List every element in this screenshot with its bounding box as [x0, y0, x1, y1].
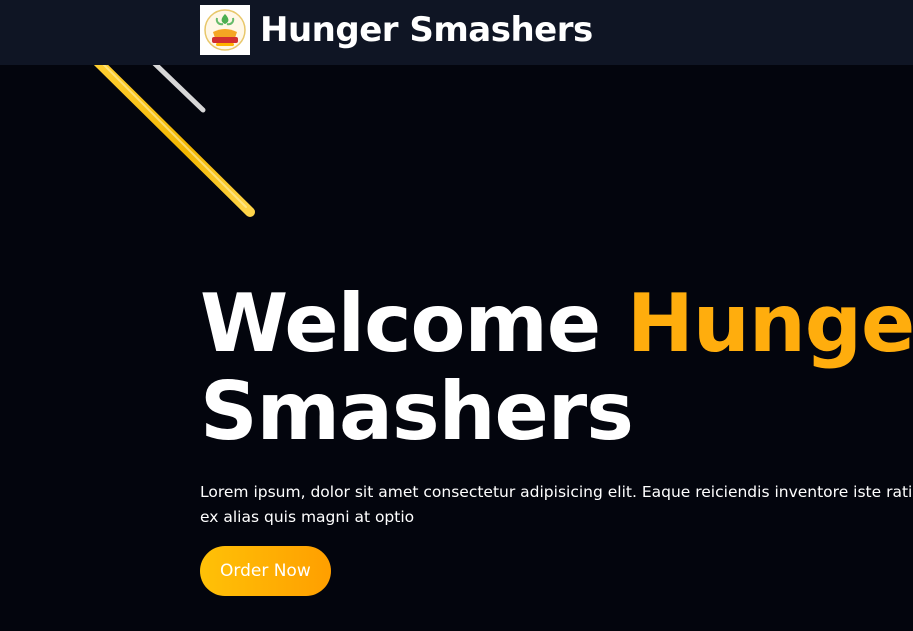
restaurant-logo-icon[interactable]	[200, 5, 250, 55]
hero-description: Lorem ipsum, dolor sit amet consectetur …	[200, 483, 913, 526]
order-now-button[interactable]: Order Now	[200, 546, 331, 596]
brand-name[interactable]: Hunger Smashers	[260, 10, 593, 50]
hero-section: Welcome Hunger Smashers Lorem ipsum, dol…	[0, 65, 913, 631]
hero-title: Welcome Hunger Smashers	[200, 280, 913, 456]
hero-title-welcome: Welcome	[200, 277, 627, 370]
decorative-light-streaks	[93, 65, 255, 217]
hero-title-line2: Smashers	[200, 365, 634, 458]
navbar: Hunger Smashers	[0, 0, 913, 65]
brand[interactable]: Hunger Smashers	[200, 5, 593, 55]
hero-content: Welcome Hunger Smashers Lorem ipsum, dol…	[200, 280, 913, 596]
hero-title-accent: Hunger	[626, 277, 913, 370]
